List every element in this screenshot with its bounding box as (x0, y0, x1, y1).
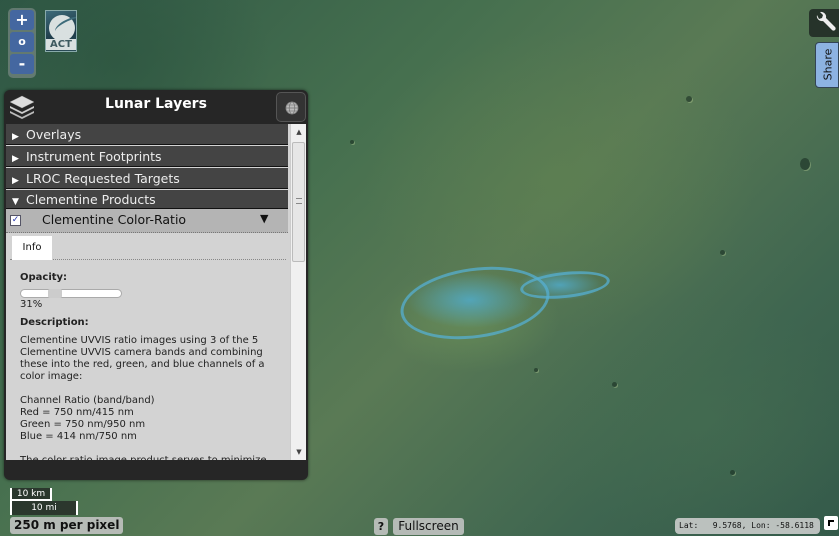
logo-text: ACT (46, 39, 76, 50)
category-label: LROC Requested Targets (26, 171, 180, 186)
category-label: Instrument Footprints (26, 149, 162, 164)
corner-icon (828, 520, 834, 526)
globe-icon (285, 101, 299, 115)
coordinates-readout: Lat: 9.5768, Lon: -58.6118 (675, 518, 820, 534)
description-paragraph: Channel Ratio (band/band) Red = 750 nm/4… (20, 395, 155, 442)
zoom-control: + o - (8, 8, 36, 78)
category-label: Overlays (26, 127, 82, 142)
scale-km-label: 10 km (10, 488, 52, 501)
layer-list-scrollbar[interactable]: ▲ ▼ (290, 124, 306, 460)
zoom-reset-button[interactable]: o (10, 32, 34, 52)
crater-feature (395, 257, 555, 349)
projection-globe-button[interactable] (276, 92, 306, 122)
layer-info-content: Opacity: 31% Description: Clementine UVV… (20, 272, 282, 460)
help-button[interactable]: ? (374, 518, 388, 535)
layer-visibility-checkbox[interactable]: ✓ (10, 215, 21, 226)
overview-toggle-button[interactable] (824, 516, 838, 530)
layer-tabs: Info (10, 234, 286, 260)
layer-options-dropdown-icon[interactable]: ▼ (260, 212, 268, 225)
expand-arrow-icon: ▶ (12, 176, 19, 186)
opacity-slider[interactable] (20, 289, 122, 298)
category-instrument-footprints[interactable]: ▶ Instrument Footprints (6, 146, 288, 167)
category-label: Clementine Products (26, 192, 156, 207)
description-paragraph: Clementine UVVIS ratio images using 3 of… (20, 335, 265, 382)
scroll-up-arrow-icon[interactable]: ▲ (291, 124, 306, 140)
crater-feature (612, 382, 617, 387)
wrench-icon (816, 11, 836, 31)
scrollbar-thumb[interactable] (292, 142, 305, 262)
zoom-out-button[interactable]: - (10, 54, 34, 74)
panel-header: Lunar Layers (4, 90, 308, 122)
panel-title: Lunar Layers (105, 96, 207, 112)
category-clementine-products[interactable]: ▼ Clementine Products (6, 190, 288, 209)
crater-feature (686, 96, 692, 102)
opacity-label: Opacity: (20, 272, 68, 283)
grip-icon (296, 198, 302, 204)
fullscreen-button[interactable]: Fullscreen (393, 518, 464, 535)
tools-button[interactable] (809, 9, 839, 37)
act-logo[interactable]: ACT (45, 10, 77, 52)
crater-feature (350, 140, 354, 144)
share-label: Share (821, 48, 835, 81)
description-paragraph: The color ratio image product serves to … (20, 455, 282, 460)
zoom-in-button[interactable]: + (10, 10, 34, 30)
crater-feature (534, 368, 538, 372)
description-label: Description: (20, 317, 89, 328)
opacity-slider-handle[interactable] (48, 289, 62, 298)
tab-info[interactable]: Info (12, 236, 52, 260)
crater-feature (730, 470, 735, 475)
expand-arrow-icon: ▶ (12, 154, 19, 164)
category-lroc-requested-targets[interactable]: ▶ LROC Requested Targets (6, 168, 288, 189)
scale-mi-label: 10 mi (10, 501, 78, 515)
resolution-label: 250 m per pixel (10, 517, 124, 534)
layer-item-clementine-color-ratio[interactable]: ✓ Clementine Color-Ratio ▼ (6, 209, 288, 233)
crater-feature (800, 158, 810, 170)
layers-panel: Lunar Layers ▶ Overlays ▶ Instrument Footp… (4, 90, 308, 480)
layer-list: ▶ Overlays ▶ Instrument Footprints ▶ LROC R… (6, 124, 306, 460)
expand-arrow-icon: ▶ (12, 132, 19, 142)
crater-feature (518, 267, 612, 303)
category-overlays[interactable]: ▶ Overlays (6, 124, 288, 145)
crater-feature (720, 250, 725, 255)
opacity-value: 31% (20, 299, 43, 310)
scroll-down-arrow-icon[interactable]: ▼ (291, 444, 306, 460)
share-tab[interactable]: Share (815, 42, 839, 88)
layer-name: Clementine Color-Ratio (42, 212, 187, 227)
